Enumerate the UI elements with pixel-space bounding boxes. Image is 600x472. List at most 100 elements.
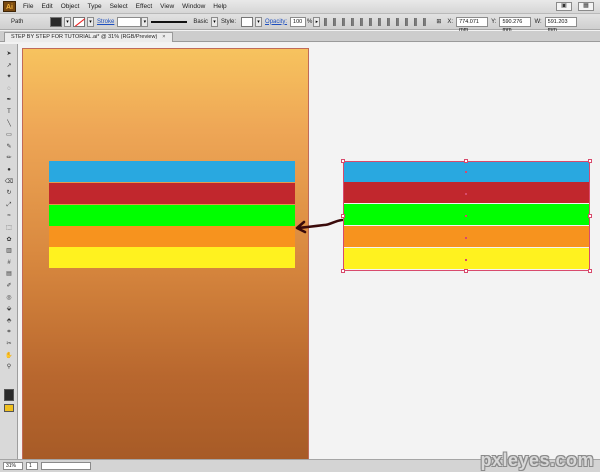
live-paint-selection-tool-icon[interactable]: ⬘	[4, 317, 14, 325]
line-tool-icon[interactable]: ╲	[4, 120, 14, 128]
document-title: STEP BY STEP FOR TUTORIAL.ai* @ 31% (RGB…	[11, 34, 158, 40]
stroke-panel-link[interactable]: Stroke	[94, 19, 117, 25]
paintbrush-tool-icon[interactable]: ✎	[4, 143, 14, 151]
rotate-tool-icon[interactable]: ↻	[4, 189, 14, 197]
eraser-tool-icon[interactable]: ⌫	[4, 178, 14, 186]
arrange-documents-button[interactable]: ▦	[578, 2, 594, 11]
menu-edit[interactable]: Edit	[37, 0, 56, 14]
handle-middle-right[interactable]	[588, 214, 592, 218]
lasso-tool-icon[interactable]: ◌	[4, 85, 14, 93]
opacity-field[interactable]: 100	[290, 16, 307, 27]
fill-dropdown[interactable]: ▾	[64, 16, 71, 27]
opacity-panel-link[interactable]: Opacity:	[262, 19, 290, 25]
style-dropdown[interactable]: ▾	[255, 16, 263, 27]
align-buttons	[324, 17, 431, 26]
close-tab-icon[interactable]: ×	[162, 34, 165, 40]
direct-selection-tool-icon[interactable]: ↗	[4, 62, 14, 70]
illustrator-window: Ai File Edit Object Type Select Effect V…	[0, 0, 600, 472]
distribute-hcenter-icon[interactable]	[414, 17, 422, 26]
handle-middle-left[interactable]	[341, 214, 345, 218]
distribute-bottom-icon[interactable]	[396, 17, 404, 26]
fill-color-icon[interactable]	[4, 389, 14, 401]
align-middle-icon[interactable]	[360, 17, 368, 26]
crop-tool-icon[interactable]: ⌗	[4, 328, 14, 336]
live-paint-tool-icon[interactable]: ⬙	[4, 305, 14, 313]
document-tab[interactable]: STEP BY STEP FOR TUTORIAL.ai* @ 31% (RGB…	[4, 32, 173, 42]
stripe-red[interactable]	[49, 183, 295, 204]
handle-bottom-left[interactable]	[341, 269, 345, 273]
menu-help[interactable]: Help	[209, 0, 230, 14]
pen-tool-icon[interactable]: ✒	[4, 96, 14, 104]
workspace-switchers: ▣ ▦	[556, 2, 594, 11]
type-tool-icon[interactable]: T	[4, 108, 14, 116]
stripe-orange[interactable]	[49, 226, 295, 247]
status-dropdown[interactable]	[41, 462, 91, 470]
align-top-icon[interactable]	[351, 17, 359, 26]
distribute-left-icon[interactable]	[405, 17, 413, 26]
magic-wand-tool-icon[interactable]: ✦	[4, 73, 14, 81]
hand-tool-icon[interactable]: ✋	[4, 352, 14, 360]
stroke-color-icon[interactable]	[4, 404, 14, 412]
handle-top-right[interactable]	[588, 159, 592, 163]
selection-tool-icon[interactable]: ➤	[4, 50, 14, 58]
slice-tool-icon[interactable]: ✂	[4, 340, 14, 348]
scale-tool-icon[interactable]: ⤢	[4, 201, 14, 209]
artboard-navigation-field[interactable]: 1	[26, 462, 38, 470]
selected-stripe-group[interactable]	[341, 159, 592, 273]
y-label: Y:	[491, 18, 497, 25]
document-tab-bar: STEP BY STEP FOR TUTORIAL.ai* @ 31% (RGB…	[0, 31, 600, 42]
stroke-weight-field[interactable]	[117, 16, 142, 27]
stripe-yellow[interactable]	[49, 247, 295, 268]
stripe-blue[interactable]	[49, 161, 295, 182]
symbol-sprayer-tool-icon[interactable]: ✿	[4, 236, 14, 244]
warp-tool-icon[interactable]: ≈	[4, 212, 14, 220]
menu-type[interactable]: Type	[83, 0, 105, 14]
menu-file[interactable]: File	[19, 0, 37, 14]
opacity-dropdown[interactable]: ▸	[313, 16, 321, 27]
artboard[interactable]	[22, 48, 309, 460]
eyedropper-tool-icon[interactable]: ✐	[4, 282, 14, 290]
bridge-button[interactable]: ▣	[556, 2, 572, 11]
menu-object[interactable]: Object	[57, 0, 84, 14]
distribute-center-icon[interactable]	[387, 17, 395, 26]
distribute-top-icon[interactable]	[378, 17, 386, 26]
brush-name: Basic	[193, 18, 209, 25]
pencil-tool-icon[interactable]: ✏	[4, 154, 14, 162]
canvas-workspace[interactable]	[19, 43, 600, 460]
hand-drawn-arrow	[295, 218, 344, 234]
align-right-icon[interactable]	[342, 17, 350, 26]
align-center-icon[interactable]	[333, 17, 341, 26]
menu-select[interactable]: Select	[106, 0, 132, 14]
x-position-field[interactable]: 774.071 mm	[456, 16, 489, 33]
gradient-tool-icon[interactable]: ▤	[4, 270, 14, 278]
stroke-swatch[interactable]	[73, 16, 85, 27]
handle-top-center[interactable]	[464, 159, 468, 163]
blob-brush-tool-icon[interactable]: ●	[4, 166, 14, 174]
zoom-field[interactable]: 31%	[3, 462, 23, 470]
blend-tool-icon[interactable]: ◎	[4, 294, 14, 302]
fill-swatch[interactable]	[50, 16, 62, 27]
width-field[interactable]: 591.203 mm	[544, 16, 577, 33]
rectangle-tool-icon[interactable]: ▭	[4, 131, 14, 139]
menu-window[interactable]: Window	[178, 0, 209, 14]
menu-view[interactable]: View	[156, 0, 178, 14]
stroke-swatch-dropdown[interactable]: ▾	[87, 16, 94, 27]
handle-bottom-right[interactable]	[588, 269, 592, 273]
center-point	[465, 237, 467, 239]
handle-top-left[interactable]	[341, 159, 345, 163]
graphic-style-swatch[interactable]	[241, 16, 254, 27]
align-left-icon[interactable]	[324, 17, 332, 26]
free-transform-tool-icon[interactable]: ⬚	[4, 224, 14, 232]
column-graph-tool-icon[interactable]: ▥	[4, 247, 14, 255]
menu-effect[interactable]: Effect	[132, 0, 157, 14]
y-position-field[interactable]: 590.276 mm	[499, 16, 532, 33]
align-bottom-icon[interactable]	[369, 17, 377, 26]
mesh-tool-icon[interactable]: #	[4, 259, 14, 267]
zoom-tool-icon[interactable]: ⚲	[4, 363, 14, 371]
distribute-right-icon[interactable]	[423, 17, 431, 26]
stripe-green[interactable]	[49, 205, 295, 226]
brush-dropdown[interactable]: ▾	[211, 16, 219, 27]
handle-bottom-center[interactable]	[464, 269, 468, 273]
reference-point-icon[interactable]: ⊞	[433, 18, 444, 25]
stroke-weight-dropdown[interactable]: ▾	[141, 16, 149, 27]
